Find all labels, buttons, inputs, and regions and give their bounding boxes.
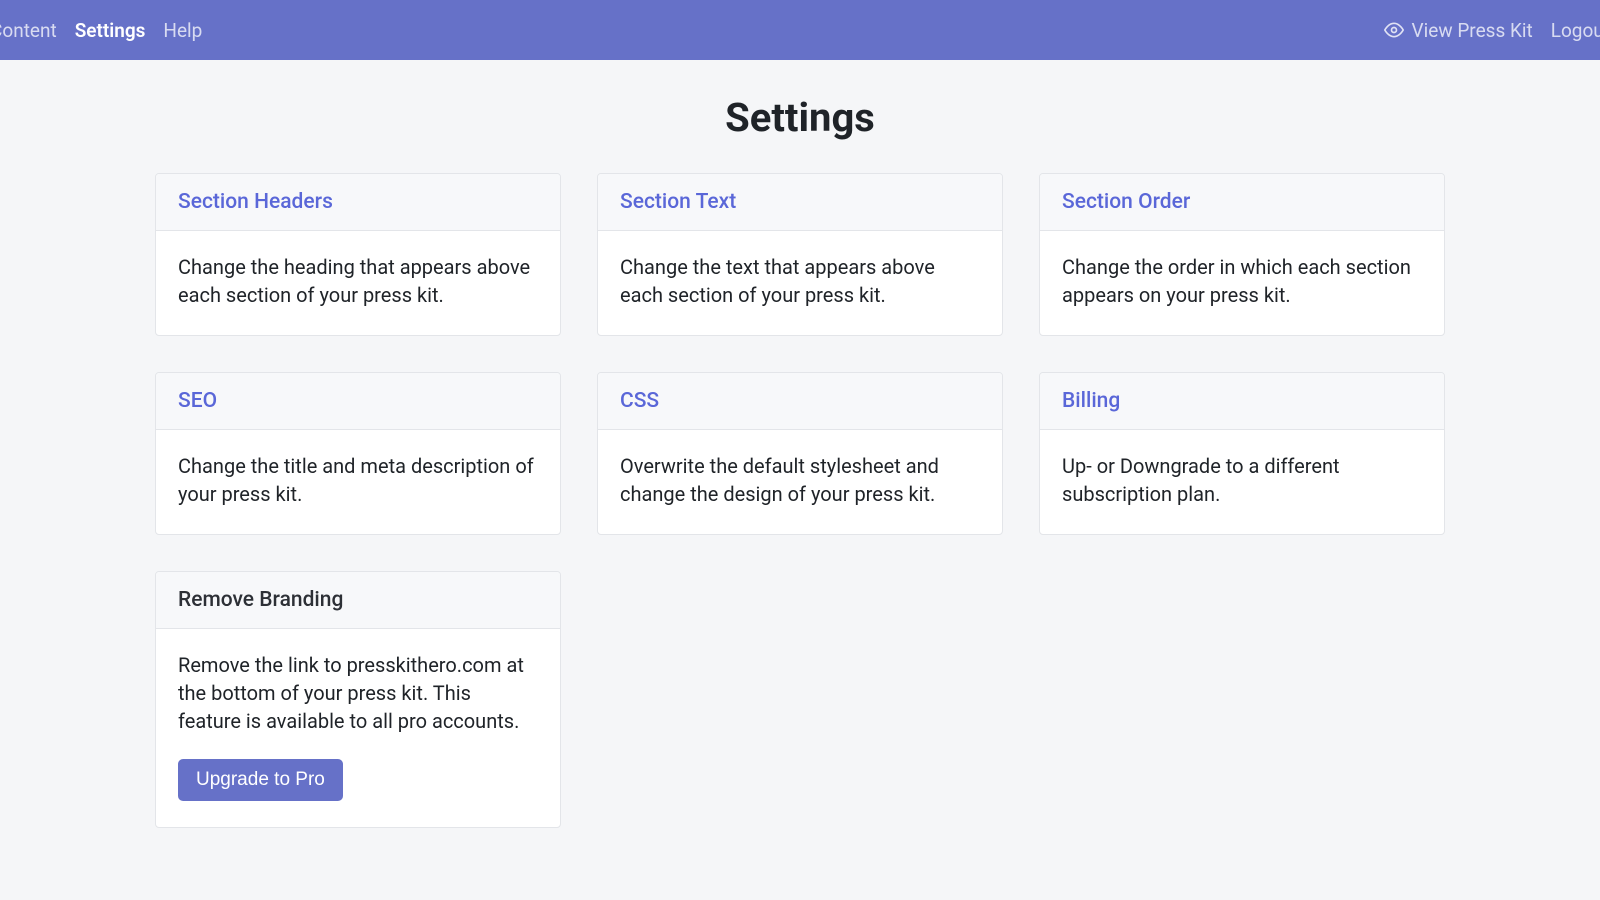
card-remove-branding: Remove Branding Remove the link to press… xyxy=(155,571,561,828)
top-navbar: Content Settings Help View Press Kit Log… xyxy=(0,0,1600,60)
card-billing: Billing Up- or Downgrade to a different … xyxy=(1039,372,1445,535)
card-body-seo: Change the title and meta description of… xyxy=(156,430,560,534)
card-section-text: Section Text Change the text that appear… xyxy=(597,173,1003,336)
card-section-order: Section Order Change the order in which … xyxy=(1039,173,1445,336)
nav-content[interactable]: Content xyxy=(0,13,57,48)
logout-link[interactable]: Logout xyxy=(1551,13,1600,48)
card-header-css[interactable]: CSS xyxy=(598,373,1002,430)
card-header-section-headers[interactable]: Section Headers xyxy=(156,174,560,231)
card-body-section-text: Change the text that appears above each … xyxy=(598,231,1002,335)
card-section-headers: Section Headers Change the heading that … xyxy=(155,173,561,336)
card-header-seo[interactable]: SEO xyxy=(156,373,560,430)
page-title: Settings xyxy=(0,94,1600,141)
settings-grid: Section Headers Change the heading that … xyxy=(155,173,1445,828)
card-header-remove-branding: Remove Branding xyxy=(156,572,560,629)
card-body-remove-branding: Remove the link to presskithero.com at t… xyxy=(156,629,560,827)
card-body-section-order: Change the order in which each section a… xyxy=(1040,231,1444,335)
nav-left: Content Settings Help xyxy=(0,13,202,48)
card-body-css: Overwrite the default stylesheet and cha… xyxy=(598,430,1002,534)
card-header-billing[interactable]: Billing xyxy=(1040,373,1444,430)
eye-icon xyxy=(1384,20,1404,40)
card-header-section-text[interactable]: Section Text xyxy=(598,174,1002,231)
card-header-section-order[interactable]: Section Order xyxy=(1040,174,1444,231)
card-body-billing: Up- or Downgrade to a different subscrip… xyxy=(1040,430,1444,534)
nav-settings[interactable]: Settings xyxy=(75,13,146,48)
nav-right: View Press Kit Logout xyxy=(1384,13,1600,48)
view-press-kit-label: View Press Kit xyxy=(1412,19,1533,42)
card-body-section-headers: Change the heading that appears above ea… xyxy=(156,231,560,335)
card-css: CSS Overwrite the default stylesheet and… xyxy=(597,372,1003,535)
upgrade-to-pro-button[interactable]: Upgrade to Pro xyxy=(178,759,343,801)
nav-help[interactable]: Help xyxy=(163,13,202,48)
card-seo: SEO Change the title and meta descriptio… xyxy=(155,372,561,535)
remove-branding-desc: Remove the link to presskithero.com at t… xyxy=(178,653,524,733)
view-press-kit-link[interactable]: View Press Kit xyxy=(1384,13,1533,48)
